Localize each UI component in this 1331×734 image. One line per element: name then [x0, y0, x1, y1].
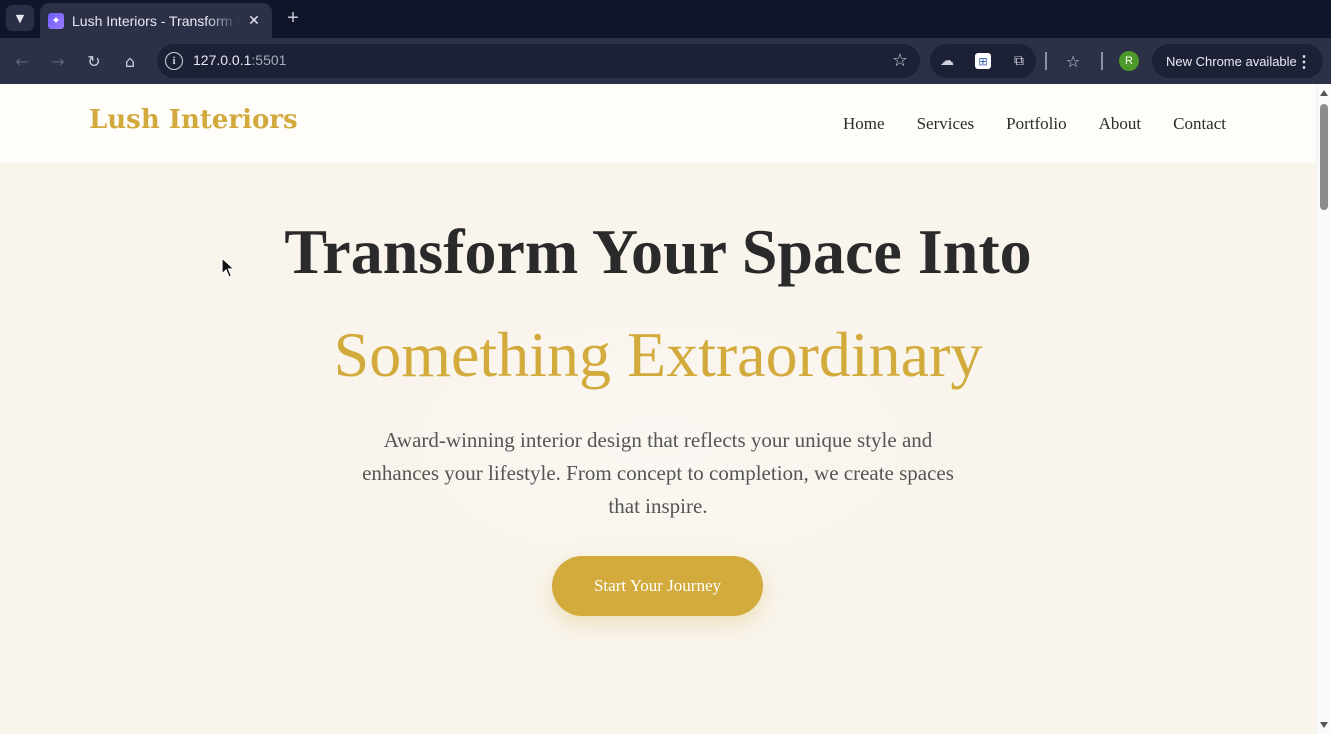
page-viewport: Lush Interiors Home Services Portfolio A…: [0, 84, 1331, 734]
bookmark-star-icon[interactable]: ☆: [892, 50, 908, 71]
mouse-cursor-icon: [221, 257, 235, 278]
site-favicon-icon: ✦: [48, 12, 64, 29]
update-chrome-button[interactable]: New Chrome available ⋮: [1152, 44, 1323, 78]
url-host: 127.0.0.1: [193, 52, 252, 68]
page-scrollbar[interactable]: [1316, 84, 1331, 734]
active-tab[interactable]: ✦ Lush Interiors - Transform Your Space …: [40, 3, 272, 38]
start-journey-button[interactable]: Start Your Journey: [552, 556, 763, 616]
nav-about[interactable]: About: [1099, 114, 1142, 134]
extension-cloud-icon[interactable]: ☁: [939, 53, 955, 69]
back-arrow-icon[interactable]: ←: [10, 49, 34, 73]
hero-section: Transform Your Space Into Something Extr…: [0, 163, 1316, 734]
toolbar-divider: [1045, 52, 1047, 70]
main-nav: Home Services Portfolio About Contact: [843, 114, 1226, 134]
scroll-thumb[interactable]: [1320, 104, 1328, 210]
new-tab-button[interactable]: +: [282, 6, 304, 30]
site-header: Lush Interiors Home Services Portfolio A…: [0, 84, 1316, 163]
address-bar[interactable]: i 127.0.0.1:5501 ☆: [157, 44, 920, 78]
close-tab-icon[interactable]: ✕: [246, 13, 262, 29]
hero-heading-accent: Something Extraordinary: [333, 319, 983, 390]
home-icon[interactable]: ⌂: [118, 49, 142, 73]
bookmarks-star-icon[interactable]: ☆: [1063, 51, 1083, 71]
site-info-icon[interactable]: i: [165, 52, 183, 70]
extension-grid-icon[interactable]: ⊞: [975, 53, 991, 69]
hero-description: Award-winning interior design that refle…: [362, 428, 954, 518]
hero-heading: Transform Your Space Into: [284, 216, 1032, 287]
update-label: New Chrome available: [1166, 53, 1297, 69]
tab-search-button[interactable]: ▼: [6, 5, 34, 31]
reload-icon[interactable]: ↻: [82, 49, 106, 73]
url-port: :5501: [251, 52, 287, 68]
more-menu-icon[interactable]: ⋮: [1296, 52, 1312, 72]
nav-portfolio[interactable]: Portfolio: [1006, 114, 1066, 134]
forward-arrow-icon[interactable]: →: [46, 49, 70, 73]
url-text: 127.0.0.1:5501: [193, 52, 286, 68]
toolbar-divider: [1101, 52, 1103, 70]
extensions-group: ☁ ⊞ ⧉: [930, 44, 1036, 78]
extensions-puzzle-icon[interactable]: ⧉: [1011, 53, 1027, 69]
tab-strip: ▼ ✦ Lush Interiors - Transform Your Spac…: [0, 0, 1331, 38]
scroll-down-arrow-icon[interactable]: [1320, 722, 1328, 728]
nav-contact[interactable]: Contact: [1173, 114, 1226, 134]
profile-avatar[interactable]: R: [1119, 51, 1139, 71]
site-logo[interactable]: Lush Interiors: [89, 105, 298, 135]
scroll-up-arrow-icon[interactable]: [1320, 90, 1328, 96]
nav-home[interactable]: Home: [843, 114, 885, 134]
nav-services[interactable]: Services: [917, 114, 975, 134]
tab-title: Lush Interiors - Transform Your Space: [72, 12, 240, 29]
